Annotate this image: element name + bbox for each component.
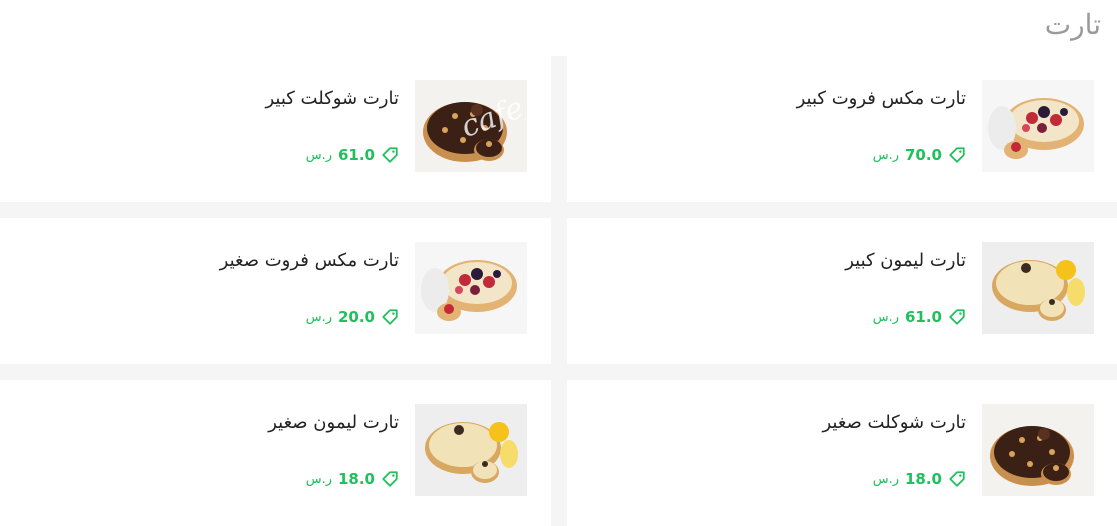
product-image [415, 404, 527, 496]
price-tag-icon [948, 470, 966, 488]
price-row: 61.0 ر.س [306, 146, 399, 164]
product-image [982, 80, 1094, 172]
product-name: تارت مكس فروت كبير [796, 88, 966, 109]
currency-label: ر.س [305, 147, 332, 163]
price-row: 70.0 ر.س [873, 146, 966, 164]
price-tag-icon [948, 308, 966, 326]
product-grid: تارت مكس فروت كبير 70.0 ر.س تارت شوكلت ك… [0, 56, 1117, 526]
price-row: 18.0 ر.س [306, 470, 399, 488]
product-image [415, 80, 527, 172]
product-price: 18.0 [904, 470, 942, 488]
price-row: 18.0 ر.س [873, 470, 966, 488]
product-name: تارت شوكلت صغير [822, 412, 967, 433]
price-tag-icon [381, 470, 399, 488]
currency-label: ر.س [872, 309, 899, 325]
product-price: 61.0 [337, 146, 375, 164]
price-tag-icon [381, 308, 399, 326]
product-name: تارت شوكلت كبير [265, 88, 399, 109]
product-price: 70.0 [904, 146, 942, 164]
product-image [982, 404, 1094, 496]
product-price: 18.0 [337, 470, 375, 488]
section-title: تارت [1044, 8, 1101, 41]
product-price: 61.0 [904, 308, 942, 326]
currency-label: ر.س [872, 147, 899, 163]
header: تارت [0, 0, 1117, 56]
price-tag-icon [948, 146, 966, 164]
product-card[interactable]: تارت ليمون صغير 18.0 ر.س [0, 380, 551, 526]
currency-label: ر.س [872, 471, 899, 487]
currency-label: ر.س [305, 471, 332, 487]
price-row: 61.0 ر.س [873, 308, 966, 326]
product-name: تارت مكس فروت صغير [219, 250, 399, 271]
product-card[interactable]: تارت شوكلت كبير 61.0 ر.س cafe.r [0, 56, 551, 202]
price-tag-icon [381, 146, 399, 164]
product-image [415, 242, 527, 334]
product-image [982, 242, 1094, 334]
price-row: 20.0 ر.س [306, 308, 399, 326]
product-price: 20.0 [337, 308, 375, 326]
product-name: تارت ليمون صغير [268, 412, 399, 433]
product-card[interactable]: تارت شوكلت صغير 18.0 ر.س [567, 380, 1117, 526]
product-card[interactable]: تارت مكس فروت صغير 20.0 ر.س [0, 218, 551, 364]
product-card[interactable]: تارت مكس فروت كبير 70.0 ر.س [567, 56, 1117, 202]
product-card[interactable]: تارت ليمون كبير 61.0 ر.س [567, 218, 1117, 364]
product-name: تارت ليمون كبير [845, 250, 966, 271]
currency-label: ر.س [305, 309, 332, 325]
